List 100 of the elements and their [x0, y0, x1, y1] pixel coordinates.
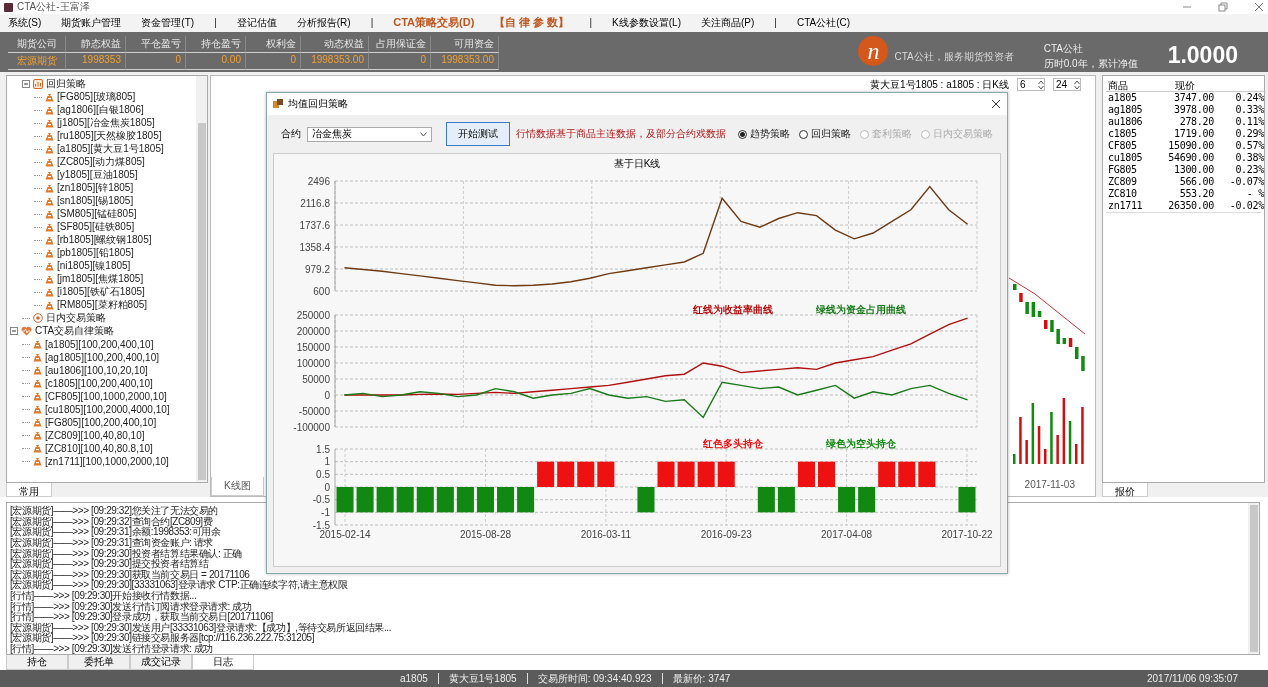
tab[interactable]: 日志 — [192, 655, 254, 671]
tree-item[interactable]: [a1805][100,200,400,10] — [45, 338, 154, 350]
table-cell: 1998353 — [66, 52, 126, 70]
tree-item[interactable]: [ZC809][100,40,80,10] — [45, 429, 145, 441]
tree-item[interactable]: [y1805][豆油1805] — [57, 168, 138, 183]
moneybag-icon — [33, 456, 42, 466]
app-icon — [4, 2, 13, 12]
tab[interactable]: 委托单 — [68, 655, 130, 671]
candle — [1013, 283, 1017, 290]
status-field: 交易所时间: 09:34:40.923 — [526, 673, 652, 685]
menu-item[interactable]: 登记估值 — [236, 15, 277, 30]
close-icon[interactable] — [991, 99, 1001, 109]
tree-item[interactable]: [au1806][100,10,20,10] — [45, 364, 148, 376]
chart-annotation: 红色多头持仓 — [703, 438, 764, 449]
table-cell: 宏源期货 — [8, 52, 66, 70]
moneybag-icon — [33, 365, 42, 375]
axis-tick-label: 200000 — [296, 325, 330, 337]
menu-item[interactable]: CTA策略交易(D) — [393, 15, 475, 31]
tree-item[interactable]: [SM805][锰硅805] — [57, 207, 137, 222]
tree-item[interactable]: [SF805][硅铁805] — [57, 220, 135, 235]
panel-tab[interactable]: K线图 — [211, 477, 264, 497]
contract-select[interactable]: 冶金焦炭 — [307, 126, 432, 142]
tree-item[interactable]: [cu1805][100,2000,4000,10] — [45, 403, 170, 415]
table-cell-text: 553.20 — [1178, 187, 1215, 200]
position-bar — [376, 487, 394, 513]
table-cell: 0 — [246, 52, 301, 70]
field-label: 合约 — [281, 127, 301, 141]
collapse-icon[interactable] — [10, 327, 18, 336]
column-header: 商品 — [1106, 79, 1154, 92]
tree-item[interactable]: [jm1805][焦煤1805] — [57, 272, 144, 287]
moneybag-icon — [33, 352, 42, 362]
scrollbar[interactable] — [196, 75, 207, 483]
restore-icon[interactable] — [1218, 2, 1228, 12]
position-bar — [797, 461, 815, 487]
axis-tick-label: 0 — [324, 389, 330, 401]
tree-item[interactable]: [i1805][铁矿石1805] — [57, 285, 145, 300]
menu-item[interactable]: 期货账户管理 — [61, 15, 122, 30]
volume-bar — [1081, 406, 1084, 464]
start-test-button[interactable]: 开始测试 — [446, 122, 510, 146]
tree-item[interactable]: [rb1805][螺纹钢1805] — [57, 233, 152, 248]
table-cell-text: ag1805 — [1107, 103, 1144, 116]
table-cell-text: 0.24% — [1234, 91, 1265, 104]
tree-item[interactable]: 日内交易策略 — [46, 311, 106, 326]
tab[interactable]: 成交记录 — [130, 655, 192, 671]
table-cell-text: 0.23% — [1234, 163, 1265, 176]
tree-item[interactable]: [ZC810][100,40,80.8,10] — [45, 442, 153, 454]
position-bar — [818, 461, 836, 487]
candle — [1025, 301, 1029, 314]
chart-annotation: 绿色为空头持仓 — [826, 438, 897, 449]
tree-item[interactable]: [ag1805][100,200,400,10] — [45, 351, 159, 363]
tree-item[interactable]: [c1805][100,200,400,10] — [45, 377, 153, 389]
tree-item[interactable]: [ag1806][白银1806] — [57, 103, 144, 118]
tree-item[interactable]: [sn1805][锡1805] — [57, 194, 134, 209]
tree-item[interactable]: [FG805][100,200,400,10] — [45, 416, 157, 428]
panel-tab[interactable]: 常用 — [6, 483, 52, 498]
spinner-arrows-icon[interactable] — [1038, 79, 1044, 90]
heart-icon — [21, 326, 32, 337]
moneybag-icon — [45, 300, 54, 310]
dialog-title: 均值回归策略 — [288, 97, 349, 111]
menu-item[interactable]: 分析报告(R) — [296, 15, 351, 30]
collapse-icon[interactable] — [22, 80, 30, 89]
log-line: [宏源期货]——>>> [09:29:30]链接交易服务器[tcp://116.236.222.75:31205] — [10, 633, 315, 644]
moneybag-icon — [33, 443, 42, 453]
strategy-radio[interactable]: 趋势策略 — [738, 127, 790, 141]
chart-annotation: 绿线为资金占用曲线 — [816, 304, 907, 315]
scrollbar[interactable] — [1248, 503, 1259, 655]
tree-item[interactable]: [a1805][黄大豆1号1805] — [57, 142, 164, 157]
spinner-arrows-icon[interactable] — [1074, 79, 1080, 90]
strategy-radio: 套利策略 — [860, 127, 912, 141]
moneybag-icon — [33, 378, 42, 388]
volume-bar — [1068, 420, 1072, 464]
tree-item[interactable]: [FG805][玻璃805] — [57, 90, 136, 105]
tree-item[interactable]: [CF805][100,1000,2000,10] — [45, 390, 167, 402]
strategy-radio[interactable]: 回归策略 — [799, 127, 851, 141]
net-value: 1.0000 — [1167, 41, 1238, 69]
spin-field[interactable]: 24 — [1053, 78, 1081, 92]
menu-item[interactable]: 关注商品(P) — [701, 15, 755, 30]
tree-item[interactable]: [ru1805][天然橡胶1805] — [57, 129, 162, 144]
tree-item[interactable]: [pb1805][铅1805] — [57, 246, 134, 261]
table-cell-text: 3978.00 — [1172, 103, 1215, 116]
tree-item[interactable]: [ni1805][镍1805] — [57, 259, 131, 274]
menu-separator: | — [589, 17, 593, 29]
menu-item[interactable]: CTA公社(C) — [796, 15, 851, 30]
menu-item[interactable]: 系统(S) — [8, 15, 42, 30]
tree-item[interactable]: CTA交易自律策略 — [35, 324, 115, 339]
menu-item[interactable]: 资金管理(T) — [141, 15, 195, 30]
candle — [1050, 319, 1054, 332]
tab[interactable]: 持仓 — [6, 655, 68, 671]
tree-item[interactable]: [ZC805][动力煤805] — [57, 155, 145, 170]
spin-field[interactable]: 6 — [1017, 78, 1045, 92]
tree-item[interactable]: [zn1711][100,1000,2000,10] — [45, 455, 169, 467]
panel-tab[interactable]: 报价 — [1102, 483, 1148, 498]
tree-item[interactable]: [RM805][菜籽粕805] — [57, 298, 148, 313]
tree-item[interactable]: 回归策略 — [46, 77, 86, 92]
tree-item[interactable]: [j1805][冶金焦炭1805] — [57, 116, 155, 131]
tree-item[interactable]: [zn1805][锌1805] — [57, 181, 134, 196]
menu-item[interactable]: 【自 律 参 数】 — [494, 15, 570, 31]
status-field: 黄大豆1号1805 — [437, 673, 517, 685]
menu-item[interactable]: K线参数设置(L) — [612, 15, 681, 30]
moneybag-icon — [45, 287, 54, 297]
